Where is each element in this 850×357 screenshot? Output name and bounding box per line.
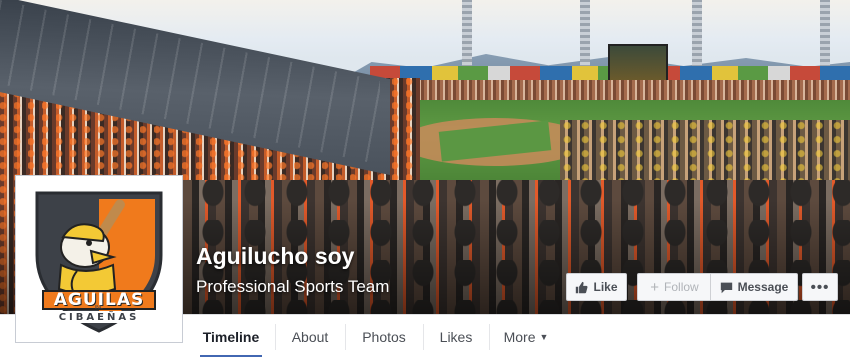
team-logo-frame: AGUILAS CIBAEÑAS INC xyxy=(19,179,179,339)
thumbs-up-icon xyxy=(576,281,588,293)
like-button[interactable]: Like xyxy=(566,273,627,301)
message-button[interactable]: Message xyxy=(710,273,798,301)
chat-bubble-icon xyxy=(720,282,732,293)
tab-more[interactable]: More ▼ xyxy=(490,315,562,357)
tab-label: Likes xyxy=(439,328,473,345)
tab-label: Photos xyxy=(362,328,406,345)
message-label: Message xyxy=(737,280,789,294)
light-tower xyxy=(820,0,830,68)
plus-icon: + xyxy=(650,278,660,296)
tab-label: More xyxy=(503,328,536,345)
scoreboard xyxy=(608,44,668,82)
logo-subtext: CIBAEÑAS xyxy=(58,312,140,323)
light-tower xyxy=(692,0,702,68)
page-category[interactable]: Professional Sports Team xyxy=(196,277,389,297)
more-dots-icon: ••• xyxy=(810,278,830,296)
follow-button[interactable]: + Follow xyxy=(637,273,711,301)
tab-label: About xyxy=(291,328,329,345)
tab-photos[interactable]: Photos xyxy=(346,315,422,357)
tab-likes[interactable]: Likes xyxy=(424,315,488,357)
light-tower xyxy=(462,0,472,68)
tab-label: Timeline xyxy=(202,328,260,345)
like-label: Like xyxy=(593,280,618,294)
light-tower xyxy=(580,0,590,68)
logo-inc: INC xyxy=(94,305,104,311)
tab-about[interactable]: About xyxy=(276,315,344,357)
more-actions-button[interactable]: ••• xyxy=(802,273,838,301)
page-title[interactable]: Aguilucho soy xyxy=(196,243,354,270)
profile-picture[interactable]: AGUILAS CIBAEÑAS INC xyxy=(15,175,183,343)
follow-label: Follow xyxy=(664,280,699,294)
caret-down-icon: ▼ xyxy=(539,331,549,342)
tab-timeline[interactable]: Timeline xyxy=(188,315,274,357)
